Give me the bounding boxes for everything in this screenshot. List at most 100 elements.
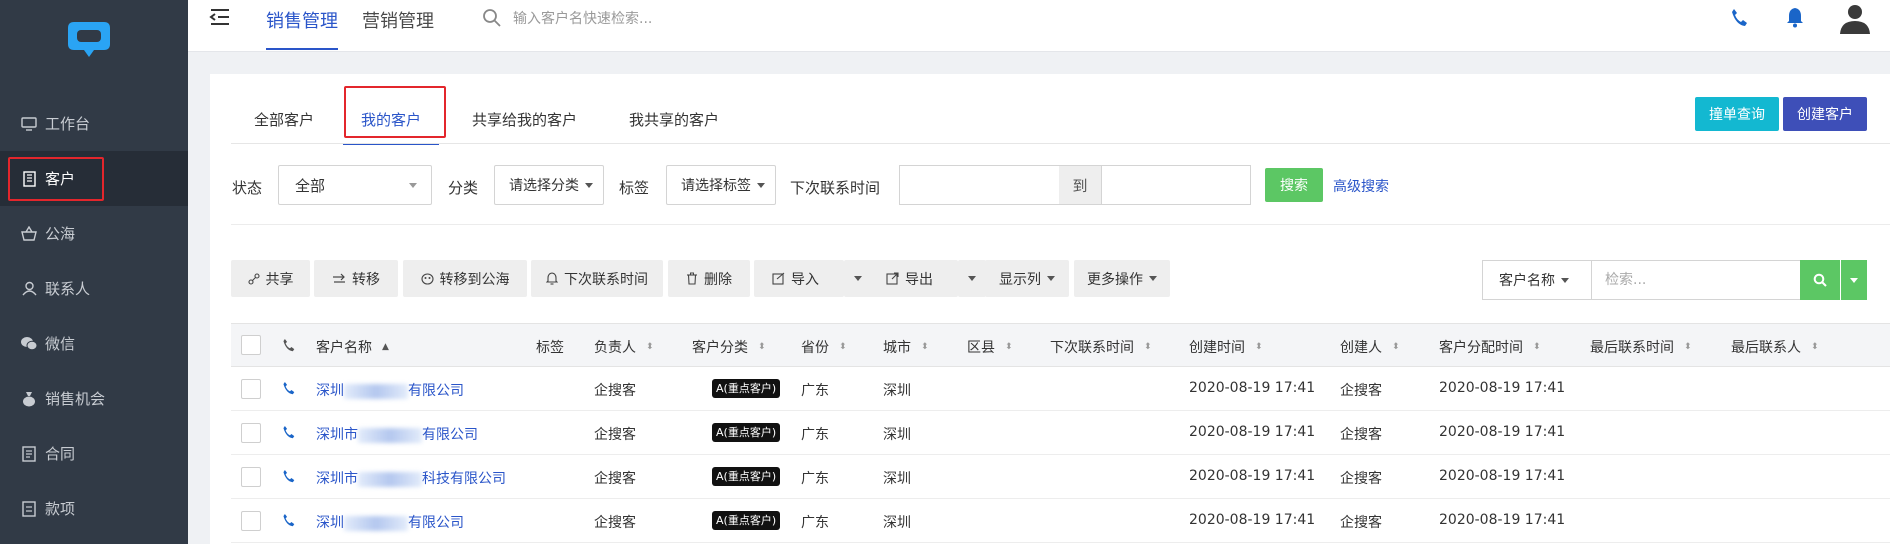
import-button[interactable]: 导入 <box>754 260 844 297</box>
sidebar-item-payments[interactable]: 款项 <box>0 481 188 536</box>
phone-icon[interactable] <box>282 381 295 396</box>
column-header-category[interactable]: 客户分类 ⬍ <box>692 337 766 357</box>
table-search-button[interactable] <box>1800 260 1840 300</box>
phone-icon[interactable] <box>282 469 295 484</box>
delete-button[interactable]: 删除 <box>668 260 750 297</box>
user-avatar-icon[interactable] <box>1838 2 1872 36</box>
row-checkbox[interactable] <box>241 379 261 399</box>
sidebar-item-public-pool[interactable]: 公海 <box>0 206 188 261</box>
city-cell: 深圳 <box>883 383 911 399</box>
sort-icon: ⬍ <box>1533 342 1541 352</box>
transfer-button[interactable]: 转移 <box>314 260 398 297</box>
table-row[interactable]: 深圳市 科技有限公司 企搜客 A(重点客户) 广东 深圳 2020-08-19 1… <box>231 455 1890 499</box>
menu-collapse-icon[interactable] <box>208 6 232 30</box>
tab-shared-to-me[interactable]: 共享给我的客户 <box>472 109 577 145</box>
sidebar-item-contracts[interactable]: 合同 <box>0 426 188 481</box>
table-search-input[interactable] <box>1591 261 1801 299</box>
column-header-created-time[interactable]: 创建时间 ⬍ <box>1189 337 1263 357</box>
move-to-pool-button[interactable]: 转移到公海 <box>403 260 527 297</box>
customer-name-link[interactable]: 深圳市 有限公司 <box>316 424 478 444</box>
wechat-icon <box>20 335 38 353</box>
chevron-down-icon <box>1047 276 1055 281</box>
share-icon <box>247 272 260 285</box>
column-header-owner[interactable]: 负责人 ⬍ <box>594 337 654 357</box>
column-header-province[interactable]: 省份 ⬍ <box>801 337 847 357</box>
table-row[interactable]: 深圳 有限公司 企搜客 A(重点客户) 广东 深圳 2020-08-19 17:4… <box>231 367 1890 411</box>
header-label: 下次联系时间 <box>1050 340 1134 356</box>
table-row[interactable]: 深圳市 有限公司 企搜客 A(重点客户) 广东 深圳 2020-08-19 17:… <box>231 411 1890 455</box>
column-header-assigned-time[interactable]: 客户分配时间 ⬍ <box>1439 337 1541 357</box>
customer-name-link[interactable]: 深圳市 科技有限公司 <box>316 468 506 488</box>
date-to-input[interactable] <box>1101 165 1251 205</box>
creator-cell: 企搜客 <box>1340 427 1382 443</box>
row-checkbox[interactable] <box>241 423 261 443</box>
columns-button[interactable]: 显示列 <box>985 260 1069 297</box>
building-icon <box>20 170 38 188</box>
export-dropdown-toggle[interactable] <box>958 260 986 297</box>
share-button[interactable]: 共享 <box>231 260 310 297</box>
sidebar-item-customers[interactable]: 客户 <box>0 151 188 206</box>
column-header-district[interactable]: 区县 ⬍ <box>967 337 1013 357</box>
tab-sales-management[interactable]: 销售管理 <box>266 0 338 50</box>
column-header-next-contact[interactable]: 下次联系时间 ⬍ <box>1050 337 1152 357</box>
phone-icon[interactable] <box>282 513 295 528</box>
phone-icon[interactable] <box>282 425 295 440</box>
creator-cell: 企搜客 <box>1340 471 1382 487</box>
creator-cell: 企搜客 <box>1340 515 1382 531</box>
assigned-time-cell: 2020-08-19 17:41 <box>1439 380 1566 396</box>
sort-icon: ⬍ <box>758 342 766 352</box>
bell-icon[interactable] <box>1785 6 1805 28</box>
app-logo-icon[interactable] <box>66 20 112 60</box>
search-field-select[interactable]: 客户名称 <box>1482 260 1592 300</box>
tag-select[interactable]: 请选择标签 <box>666 165 776 205</box>
header-label: 城市 <box>883 340 911 356</box>
sidebar-item-contacts[interactable]: 联系人 <box>0 261 188 316</box>
advanced-search-link[interactable]: 高级搜索 <box>1333 176 1389 196</box>
more-actions-button[interactable]: 更多操作 <box>1074 260 1170 297</box>
date-separator: 到 <box>1059 165 1101 205</box>
sidebar-item-wechat[interactable]: 微信 <box>0 316 188 371</box>
owner-cell: 企搜客 <box>594 515 636 531</box>
export-button[interactable]: 导出 <box>868 260 958 297</box>
next-contact-button[interactable]: 下次联系时间 <box>531 260 663 297</box>
province-cell: 广东 <box>801 471 829 487</box>
quick-search-input[interactable] <box>513 6 813 32</box>
tab-marketing-management[interactable]: 营销管理 <box>362 0 434 50</box>
column-header-last-contact-person[interactable]: 最后联系人 ⬍ <box>1731 337 1819 357</box>
column-header-creator[interactable]: 创建人 ⬍ <box>1340 337 1400 357</box>
tab-all-customers[interactable]: 全部客户 <box>254 109 314 145</box>
date-from-input[interactable] <box>899 165 1060 205</box>
sidebar-item-opportunities[interactable]: 销售机会 <box>0 371 188 426</box>
chevron-down-icon <box>1850 277 1858 283</box>
table-row[interactable]: 深圳 有限公司 企搜客 A(重点客户) 广东 深圳 2020-08-19 17:4… <box>231 499 1890 543</box>
row-checkbox[interactable] <box>241 511 261 531</box>
customer-name-link[interactable]: 深圳 有限公司 <box>316 380 464 400</box>
column-header-city[interactable]: 城市 ⬍ <box>883 337 929 357</box>
name-prefix: 深圳 <box>316 515 344 531</box>
category-select[interactable]: 请选择分类 <box>494 165 604 205</box>
phone-icon[interactable] <box>1730 8 1748 28</box>
sidebar-item-label: 微信 <box>45 335 76 353</box>
create-customer-button[interactable]: 创建客户 <box>1783 97 1867 131</box>
category-badge: A(重点客户) <box>712 511 781 530</box>
payment-icon <box>20 500 38 518</box>
dedupe-query-button[interactable]: 撞单查询 <box>1695 97 1779 131</box>
tab-shared-by-me[interactable]: 我共享的客户 <box>629 109 719 145</box>
customer-name-link[interactable]: 深圳 有限公司 <box>316 512 464 532</box>
name-prefix: 深圳 <box>316 383 344 399</box>
tab-my-customers[interactable]: 我的客户 <box>343 109 439 145</box>
import-icon <box>772 272 785 285</box>
export-label: 导出 <box>905 271 933 288</box>
status-label: 状态 <box>232 179 263 197</box>
row-checkbox[interactable] <box>241 467 261 487</box>
province-cell: 广东 <box>801 383 829 399</box>
search-button[interactable]: 搜索 <box>1265 168 1323 202</box>
chevron-down-icon <box>854 276 862 281</box>
sidebar-item-workbench[interactable]: 工作台 <box>0 96 188 151</box>
transfer-icon <box>332 273 346 285</box>
column-header-last-contact-time[interactable]: 最后联系时间 ⬍ <box>1590 337 1692 357</box>
table-search-dropdown[interactable] <box>1841 260 1867 300</box>
select-all-checkbox[interactable] <box>241 335 261 355</box>
column-header-name[interactable]: 客户名称 ▲ <box>316 337 389 357</box>
status-select[interactable]: 全部 <box>278 165 432 205</box>
